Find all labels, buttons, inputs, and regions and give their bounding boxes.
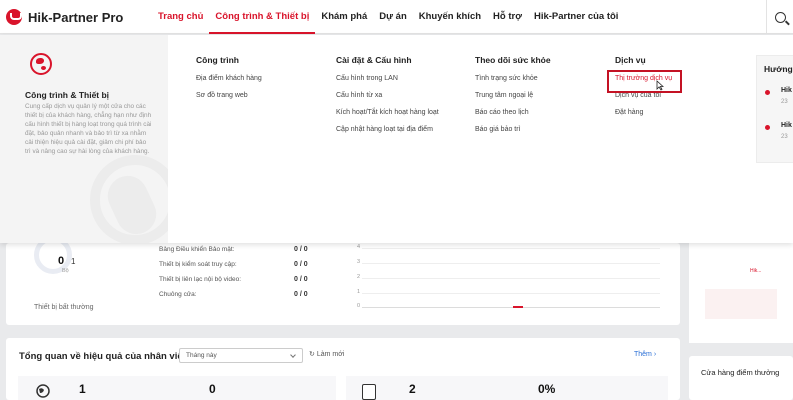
globe-icon bbox=[30, 53, 52, 75]
stat-label-access-control: Thiết bị kiểm soát truy cập: bbox=[159, 261, 237, 268]
stat-value-security-panel: 0 / 0 bbox=[294, 246, 308, 253]
menu-column-title: Theo dõi sức khỏe bbox=[475, 55, 551, 65]
chart-y-tick: 2 bbox=[356, 274, 360, 280]
news-title: Hướng bbox=[764, 64, 793, 74]
menu-item-batch-activation[interactable]: Kích hoạt/Tắt kích hoạt hàng loạt bbox=[336, 108, 439, 118]
reward-store-card bbox=[689, 356, 793, 400]
menu-intro-title: Công trình & Thiết bị bbox=[25, 90, 110, 100]
stat-label-video-intercom: Thiết bị liên lạc nội bộ video: bbox=[159, 276, 242, 283]
menu-item-orders[interactable]: Đặt hàng bbox=[615, 108, 672, 118]
refresh-label: Làm mới bbox=[316, 351, 345, 358]
chart-y-tick: 4 bbox=[356, 244, 360, 250]
chart-gridline bbox=[362, 263, 660, 264]
promo-image[interactable] bbox=[705, 289, 777, 319]
news-item-date: 23 bbox=[781, 134, 788, 140]
period-select[interactable]: Tháng này bbox=[179, 348, 303, 363]
bullet-dot-icon bbox=[765, 90, 770, 95]
metric-projects: 1 bbox=[79, 382, 86, 396]
news-panel: Hướng Hik 23 Hik 23 bbox=[756, 55, 793, 163]
menu-item-scheduled-report[interactable]: Báo cáo theo lịch bbox=[475, 108, 551, 118]
promo-text: Hik... bbox=[750, 268, 762, 274]
more-link[interactable]: Thêm › bbox=[634, 351, 656, 358]
reward-store-title: Cửa hàng điểm thưởng bbox=[701, 368, 780, 377]
chevron-right-icon: › bbox=[651, 351, 657, 358]
stat-label-security-panel: Bảng Điều khiển Bảo mật: bbox=[159, 246, 235, 253]
search-icon bbox=[774, 11, 786, 23]
document-icon bbox=[362, 384, 376, 400]
menu-column-title: Cài đặt & Cấu hình bbox=[336, 55, 412, 65]
projects-devices-mega-menu: Công trình & Thiết bị Cung cấp dịch vụ q… bbox=[0, 35, 793, 243]
chart-y-tick: 3 bbox=[356, 259, 360, 265]
search-button[interactable] bbox=[766, 0, 793, 34]
menu-item-health-status[interactable]: Tình trạng sức khỏe bbox=[475, 74, 551, 84]
menu-item-exception-center[interactable]: Trung tâm ngoại lệ bbox=[475, 91, 551, 101]
hikvision-logo-icon bbox=[6, 9, 22, 25]
menu-item-site-map[interactable]: Sơ đồ trang web bbox=[196, 91, 262, 101]
menu-item-lan-config[interactable]: Cấu hình trong LAN bbox=[336, 74, 439, 84]
stat-value-doorbell: 0 / 0 bbox=[294, 291, 308, 298]
nav-projects-devices[interactable]: Công trình & Thiết bị bbox=[209, 0, 316, 34]
staff-metric-panel-right bbox=[346, 376, 668, 400]
news-item-date: 23 bbox=[781, 99, 788, 105]
pointer-cursor-icon bbox=[656, 80, 664, 91]
chart-gridline bbox=[362, 293, 660, 294]
menu-intro-description: Cung cấp dịch vụ quản lý một cửa cho các… bbox=[25, 103, 152, 155]
device-overview-card bbox=[6, 243, 680, 325]
menu-item-batch-update[interactable]: Cập nhật hàng loạt tại địa điểm bbox=[336, 125, 439, 135]
menu-column-projects: Công trình Địa điểm khách hàng Sơ đồ tra… bbox=[196, 55, 262, 101]
chart-baseline bbox=[362, 307, 660, 308]
staff-metric-panel-left bbox=[18, 376, 336, 400]
globe-icon bbox=[36, 384, 50, 398]
stat-value-video-intercom: 0 / 0 bbox=[294, 276, 308, 283]
nav-projects[interactable]: Dự án bbox=[373, 0, 412, 34]
nav-support[interactable]: Hỗ trợ bbox=[487, 0, 528, 34]
news-item-title[interactable]: Hik bbox=[781, 122, 792, 129]
nav-explore[interactable]: Khám phá bbox=[315, 0, 373, 34]
chart-y-tick: 1 bbox=[356, 289, 360, 295]
chevron-down-icon bbox=[290, 352, 296, 358]
stat-value-access-control: 0 / 0 bbox=[294, 261, 308, 268]
app-name: Hik-Partner Pro bbox=[28, 9, 124, 25]
top-header: Hik-Partner Pro Trang chủ Công trình & T… bbox=[0, 0, 793, 34]
period-select-value: Tháng này bbox=[186, 352, 217, 359]
chart-bar bbox=[513, 306, 523, 308]
staff-efficiency-title: Tổng quan về hiệu quả của nhân viên bbox=[19, 351, 189, 362]
highlight-box bbox=[607, 70, 682, 93]
news-item-title[interactable]: Hik bbox=[781, 87, 792, 94]
chart-gridline bbox=[362, 278, 660, 279]
menu-item-remote-config[interactable]: Cấu hình từ xa bbox=[336, 91, 439, 101]
bullet-dot-icon bbox=[765, 125, 770, 130]
metric-reports: 2 bbox=[409, 382, 416, 396]
abnormal-device-count: 0 bbox=[58, 255, 65, 267]
stat-label-doorbell: Chuông cửa: bbox=[159, 291, 197, 298]
abnormal-device-label: Thiết bị bất thường bbox=[34, 304, 94, 311]
menu-item-maintenance-quote[interactable]: Báo giá bảo trì bbox=[475, 125, 551, 135]
more-label: Thêm bbox=[634, 351, 652, 358]
app-logo[interactable]: Hik-Partner Pro bbox=[6, 8, 123, 26]
metric-devices: 0 bbox=[209, 382, 216, 396]
menu-column-configuration: Cài đặt & Cấu hình Cấu hình trong LAN Cấ… bbox=[336, 55, 439, 135]
refresh-icon: ↻ bbox=[309, 351, 317, 358]
nav-home[interactable]: Trang chủ bbox=[152, 0, 209, 34]
chart-gridline bbox=[362, 248, 660, 249]
chart-y-tick: 0 bbox=[356, 303, 360, 309]
menu-column-health: Theo dõi sức khỏe Tình trạng sức khỏe Tr… bbox=[475, 55, 551, 135]
main-nav: Trang chủ Công trình & Thiết bị Khám phá… bbox=[152, 0, 624, 34]
metric-rate: 0% bbox=[538, 382, 556, 396]
device-unit: Bộ bbox=[62, 268, 69, 274]
refresh-button[interactable]: ↻ Làm mới bbox=[309, 350, 344, 358]
menu-intro-panel: Công trình & Thiết bị Cung cấp dịch vụ q… bbox=[0, 35, 168, 243]
menu-column-title: Dịch vụ bbox=[615, 55, 646, 65]
nav-my-hik-partner[interactable]: Hik-Partner của tôi bbox=[528, 0, 624, 34]
device-total: 1 bbox=[71, 257, 76, 266]
menu-column-title: Công trình bbox=[196, 55, 239, 65]
nav-incentives[interactable]: Khuyến khích bbox=[413, 0, 487, 34]
menu-item-customer-sites[interactable]: Địa điểm khách hàng bbox=[196, 74, 262, 84]
